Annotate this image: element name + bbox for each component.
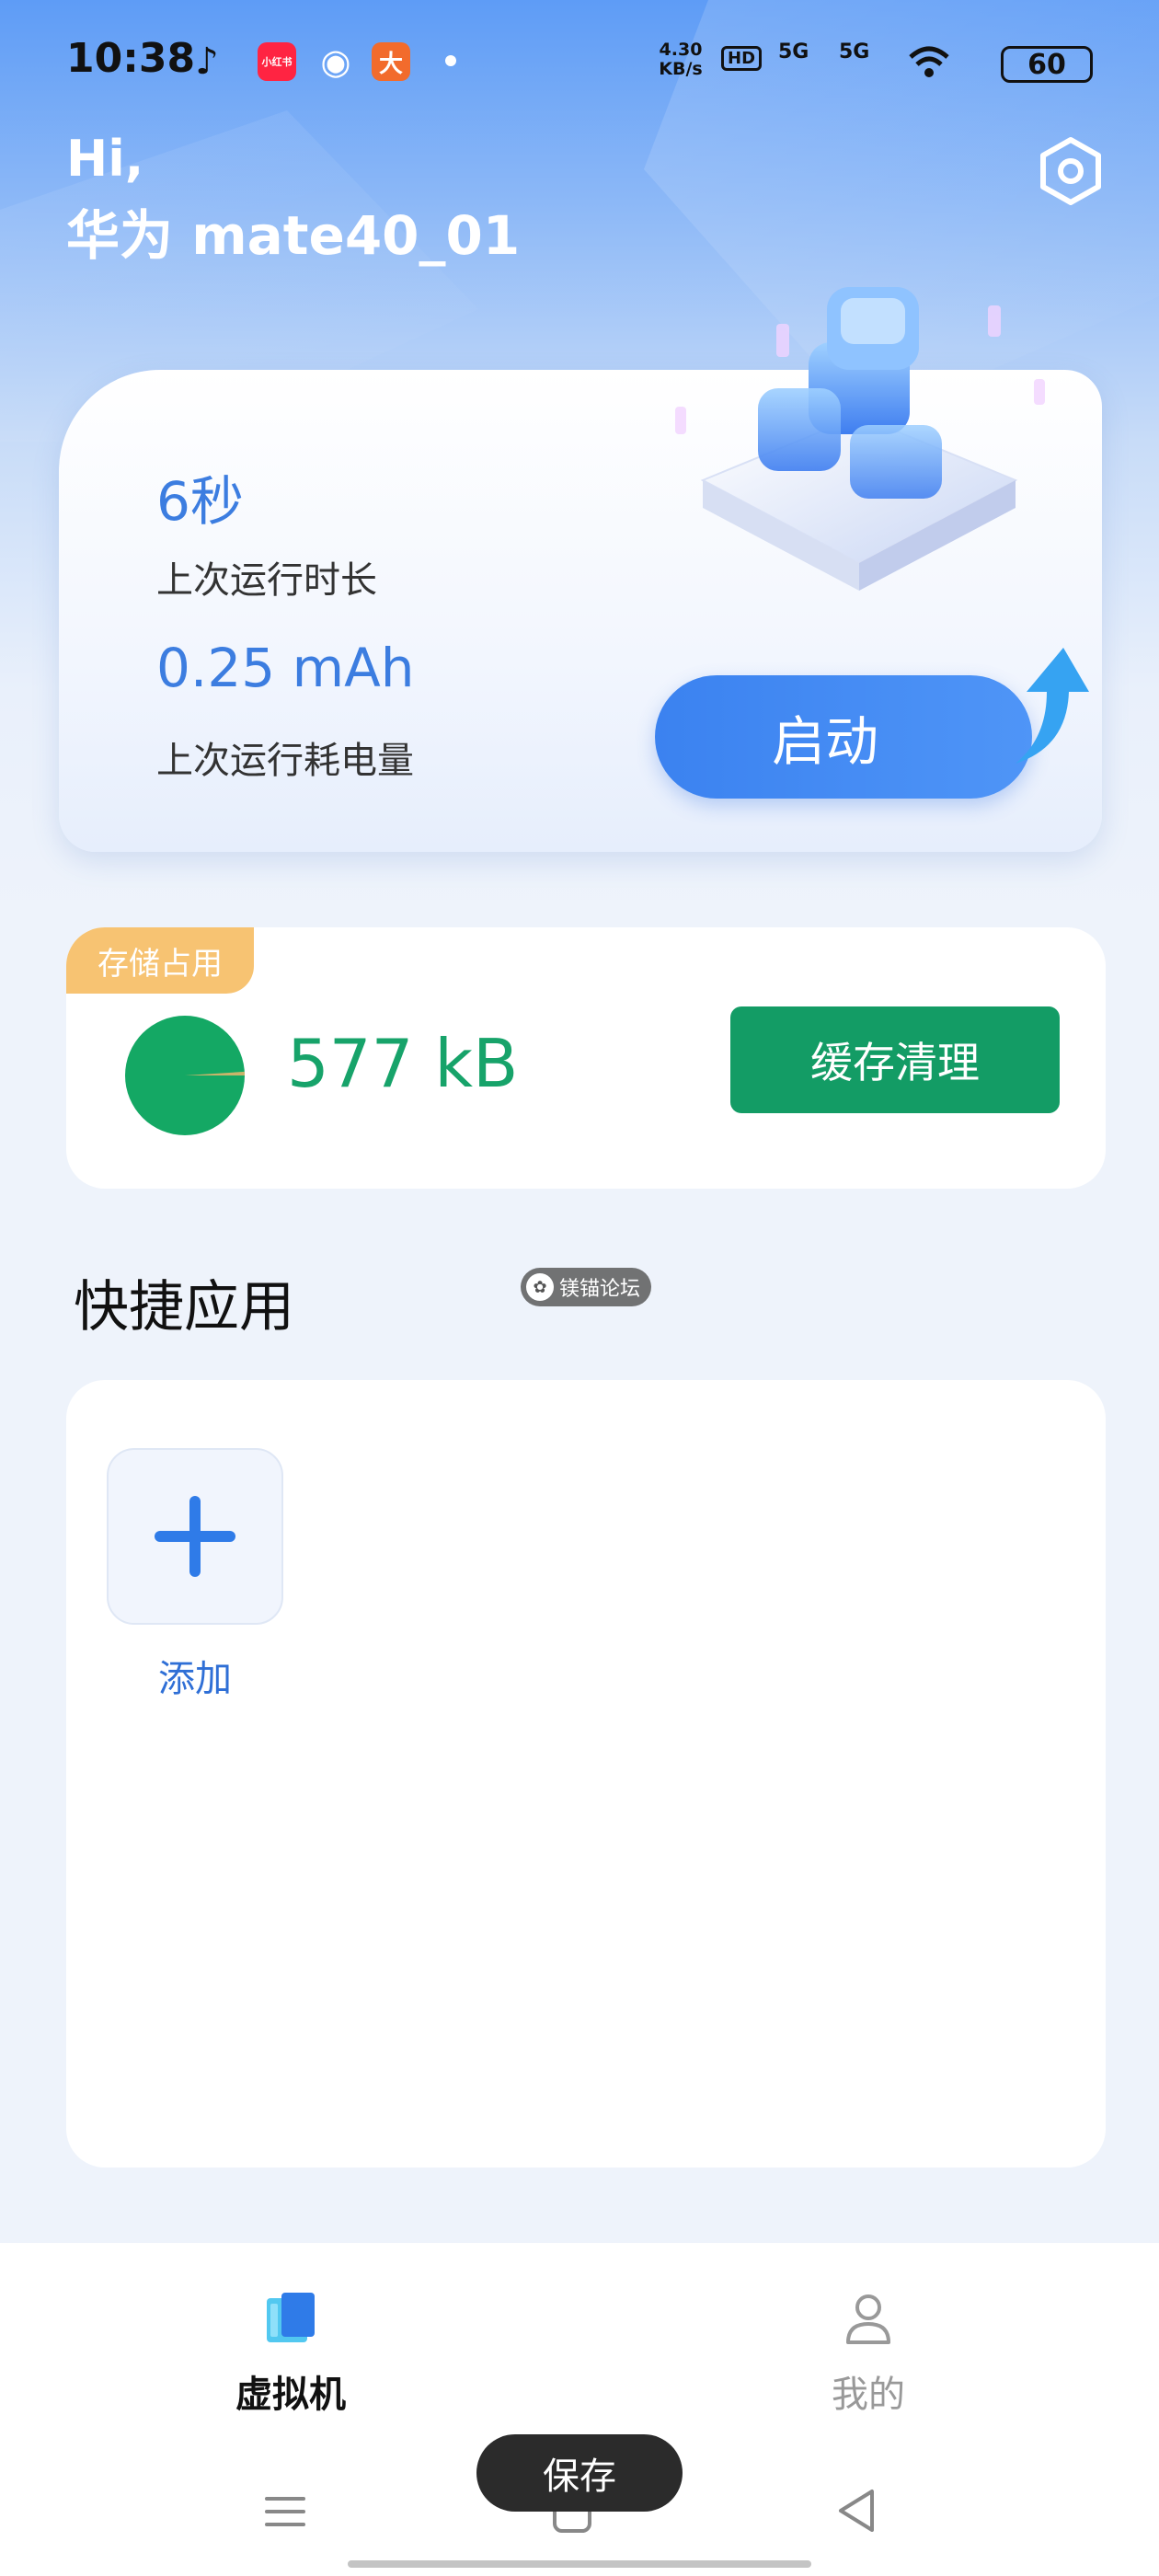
device-name: 华为 mate40_01 <box>66 204 521 267</box>
battery-level: 60 <box>1027 48 1066 81</box>
clear-cache-label: 缓存清理 <box>810 1038 980 1087</box>
run-card: 6秒 上次运行时长 0.25 mAh 上次运行耗电量 启动 <box>59 287 1102 852</box>
watermark-text: 镁锚论坛 <box>559 1278 641 1301</box>
storage-badge: 存储占用 <box>66 927 254 994</box>
watermark-logo-icon: ✿ <box>526 1273 554 1301</box>
nav-item-virtual-machine[interactable]: 虚拟机 <box>180 2289 401 2418</box>
battery-icon: 60 <box>1001 46 1093 83</box>
user-icon <box>846 2294 890 2344</box>
cubes-illustration <box>675 287 1045 591</box>
xiaohongshu-icon: 小红书 <box>258 42 296 81</box>
hd-icon: HD <box>721 46 763 71</box>
network-speed: 4.30 KB/s <box>659 40 703 79</box>
virtual-machine-icon <box>267 2293 315 2342</box>
menu-icon[interactable] <box>263 2490 307 2534</box>
quick-apps-title: 快捷应用 <box>74 1275 294 1340</box>
tiktok-icon: ♪ <box>195 40 219 83</box>
storage-pie-chart <box>125 1016 245 1135</box>
add-app-label: 添加 <box>158 1658 232 1700</box>
wechat-icon: ◉ <box>320 41 351 82</box>
watermark: ✿ 镁锚论坛 <box>521 1268 652 1306</box>
start-button-label: 启动 <box>771 710 878 773</box>
nav-label-virtual-machine: 虚拟机 <box>235 2374 346 2416</box>
back-icon[interactable] <box>835 2488 878 2534</box>
save-toast: 保存 <box>476 2434 683 2512</box>
last-run-duration: 6秒 <box>156 470 244 533</box>
nav-item-mine[interactable]: 我的 <box>758 2289 979 2418</box>
add-app-button[interactable] <box>107 1448 283 1625</box>
last-run-power-label: 上次运行耗电量 <box>156 740 414 782</box>
more-notifications-dot <box>445 55 456 66</box>
quick-apps-panel: 添加 <box>66 1380 1106 2168</box>
last-run-power: 0.25 mAh <box>156 637 415 699</box>
clear-cache-button[interactable]: 缓存清理 <box>730 1006 1060 1113</box>
last-run-duration-label: 上次运行时长 <box>156 559 377 602</box>
wifi-icon <box>909 46 949 77</box>
home-indicator[interactable] <box>348 2560 811 2568</box>
greeting-hi: Hi, <box>66 130 144 188</box>
signal-5g-icon: 5G <box>778 40 809 63</box>
greeting: Hi, 华为 mate40_01 <box>66 129 520 282</box>
settings-icon[interactable] <box>1034 134 1107 208</box>
storage-size: 577 kB <box>287 1025 519 1102</box>
plus-icon <box>155 1496 235 1577</box>
start-button[interactable]: 启动 <box>655 675 1032 799</box>
status-bar: 10:38 ♪ 小红书 ◉ 大 4.30 KB/s HD 5G 5G 60 <box>0 0 1159 129</box>
storage-card: 存储占用 577 kB 缓存清理 <box>66 927 1106 1189</box>
nav-label-mine: 我的 <box>832 2374 905 2416</box>
save-toast-text: 保存 <box>543 2455 616 2498</box>
signal-5g-icon-2: 5G <box>839 40 870 63</box>
app-notification-icon: 大 <box>372 42 410 81</box>
status-time: 10:38 <box>66 35 196 82</box>
arrow-up-icon <box>1016 648 1089 764</box>
